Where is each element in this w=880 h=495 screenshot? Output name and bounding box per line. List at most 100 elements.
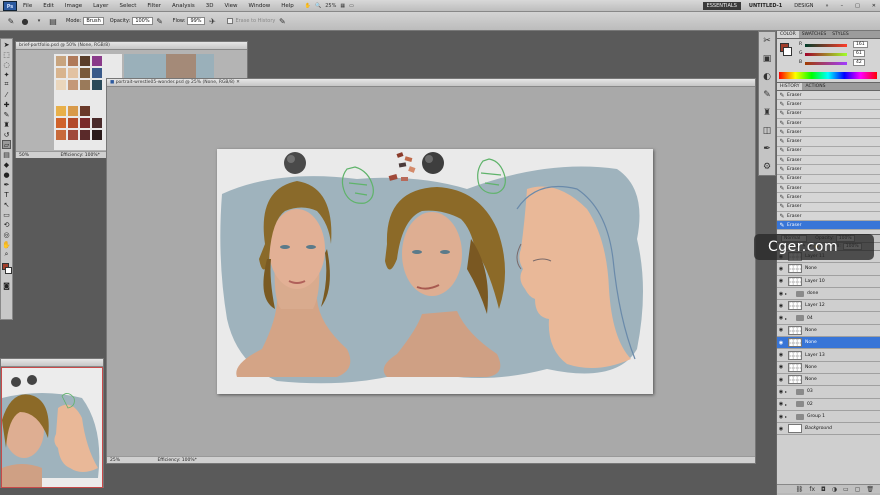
crop-tool-icon[interactable]: ⌗ [2,80,11,89]
reference-document-tab[interactable]: brief-portfolio.psd @ 50% (None, RGB/8) [16,42,247,50]
history-brush-tool-icon[interactable]: ↺ [2,130,11,139]
layer-row[interactable]: ◉ Layer 13 [777,349,880,362]
history-step[interactable]: ✎ Eraser [777,137,880,147]
zoom-tool-icon[interactable]: ⌕ [2,250,11,259]
history-step[interactable]: ✎ Eraser [777,165,880,175]
history-step[interactable]: ✎ Eraser [777,211,880,222]
visibility-eye-icon[interactable]: ◉ [777,364,785,370]
color-wheel-icon[interactable]: ◐ [759,68,775,86]
visibility-eye-icon[interactable]: ◉ [777,389,785,395]
tab-swatches[interactable]: SWATCHES [799,31,830,38]
type-tool-icon[interactable]: T [2,190,11,199]
history-step[interactable]: ✎ Eraser [777,183,880,194]
visibility-eye-icon[interactable]: ◉ [777,340,785,346]
visibility-eye-icon[interactable]: ◉ [777,377,785,383]
zoom-icon[interactable]: 🔍 [315,3,321,9]
green-value[interactable]: 61 [853,50,865,57]
workspace-more[interactable]: » [822,2,833,10]
background-color-swatch[interactable] [783,47,792,56]
visibility-eye-icon[interactable]: ◉ [777,414,785,420]
visibility-eye-icon[interactable]: ◉ [777,327,785,333]
move-tool-icon[interactable]: ➤ [2,40,11,49]
3d-rotate-tool-icon[interactable]: ⟲ [2,220,11,229]
zoom-level[interactable]: 25% [325,3,336,9]
eraser-tool-icon[interactable]: ▱ [2,140,11,149]
layer-row[interactable]: ◉ Background [777,423,880,436]
pressure-opacity-icon[interactable]: ✎ [155,16,165,26]
clone-stamp-tool-icon[interactable]: ♜ [2,120,11,129]
brush-tool-icon[interactable]: ✎ [2,110,11,119]
gradient-tool-icon[interactable]: ▤ [2,150,11,159]
layer-style-icon[interactable]: fx [809,486,815,493]
dodge-tool-icon[interactable]: ● [2,170,11,179]
tab-color[interactable]: COLOR [777,31,799,38]
menu-layer[interactable]: Layer [93,3,108,9]
layer-group-row[interactable]: ◉ ▸ Group 1 [777,410,880,424]
expand-triangle-icon[interactable]: ▸ [785,316,790,321]
red-value[interactable]: 161 [853,41,868,48]
blue-value[interactable]: 42 [853,59,865,66]
layer-group-row[interactable]: ◉ ▸ done [777,287,880,301]
menu-window[interactable]: Window [249,3,271,9]
add-mask-icon[interactable]: ◘ [821,486,826,493]
lasso-tool-icon[interactable]: ◌ [2,60,11,69]
history-step[interactable]: ✎ Eraser [777,109,880,119]
quick-select-tool-icon[interactable]: ✦ [2,70,11,79]
healing-tool-icon[interactable]: ✚ [2,100,11,109]
close-icon[interactable]: ✕ [868,2,880,10]
layer-group-row[interactable]: ◉ ▸ 04 [777,312,880,325]
expand-triangle-icon[interactable]: ▸ [785,414,790,419]
navigator-icon[interactable]: ⚙ [759,158,775,176]
workspace-untitled[interactable]: UNTITLED-1 [745,2,786,10]
layer-row[interactable]: ◉ Layer 12 [777,300,880,313]
workspace-design[interactable]: DESIGN [790,2,817,10]
layer-row[interactable]: ◉ None [777,361,880,374]
screen-mode-icon[interactable]: ▭ [349,3,354,9]
visibility-eye-icon[interactable]: ◉ [777,426,785,432]
path-select-tool-icon[interactable]: ↖ [2,200,11,209]
hand-icon[interactable]: ✋ [305,3,311,9]
layer-row[interactable]: ◉ None [777,373,880,387]
chevron-down-icon[interactable]: ▾ [34,16,44,26]
restore-icon[interactable]: □ [851,2,864,10]
menu-select[interactable]: Select [119,3,136,9]
reference-zoom[interactable]: 50% [19,152,59,159]
layer-row[interactable]: ◉ None [777,324,880,338]
background-color[interactable] [5,267,12,274]
green-slider[interactable] [805,53,847,56]
eraser-tool-icon[interactable]: ✎ [6,16,16,26]
close-tab-icon[interactable]: ✕ [235,80,240,85]
brush-presets-icon[interactable]: ✎ [759,86,775,104]
main-canvas-area[interactable] [107,87,755,456]
red-slider[interactable] [805,44,847,47]
layer-group-row[interactable]: ◉ ▸ 02 [777,398,880,411]
history-step[interactable]: ✎ Eraser [777,128,880,138]
layer-row[interactable]: ◉ None [777,337,880,350]
layer-group-row[interactable]: ◉ ▸ 03 [777,386,880,399]
pressure-size-icon[interactable]: ✎ [277,16,287,26]
preview-document-tab[interactable] [1,359,103,367]
menu-3d[interactable]: 3D [206,3,214,9]
tab-styles[interactable]: STYLES [829,31,852,38]
menu-analysis[interactable]: Analysis [172,3,195,9]
marquee-tool-icon[interactable]: ⬚ [2,50,11,59]
layer-comps-icon[interactable]: ▣ [759,50,775,68]
history-step[interactable]: ✎ Eraser [777,118,880,129]
adjustment-layer-icon[interactable]: ◑ [832,486,837,493]
channels-icon[interactable]: ◫ [759,122,775,140]
mode-select[interactable]: Brush [83,17,104,25]
menu-image[interactable]: Image [65,3,82,9]
link-layers-icon[interactable]: ⛓ [796,486,804,493]
tab-actions[interactable]: ACTIONS [802,83,828,90]
history-step[interactable]: ✎ Eraser [777,193,880,203]
minimize-icon[interactable]: – [837,2,848,10]
brush-preset-icon[interactable]: ● [20,16,30,26]
painting-canvas[interactable] [217,149,653,394]
visibility-eye-icon[interactable]: ◉ [777,303,785,309]
shape-tool-icon[interactable]: ▭ [2,210,11,219]
erase-history-checkbox[interactable] [227,18,234,24]
brush-panel-icon[interactable]: ▤ [48,16,58,26]
eyedropper-tool-icon[interactable]: ⁄ [2,90,11,99]
paths-icon[interactable]: ✒ [759,140,775,158]
layer-row[interactable]: ◉ Layer 10 [777,275,880,288]
